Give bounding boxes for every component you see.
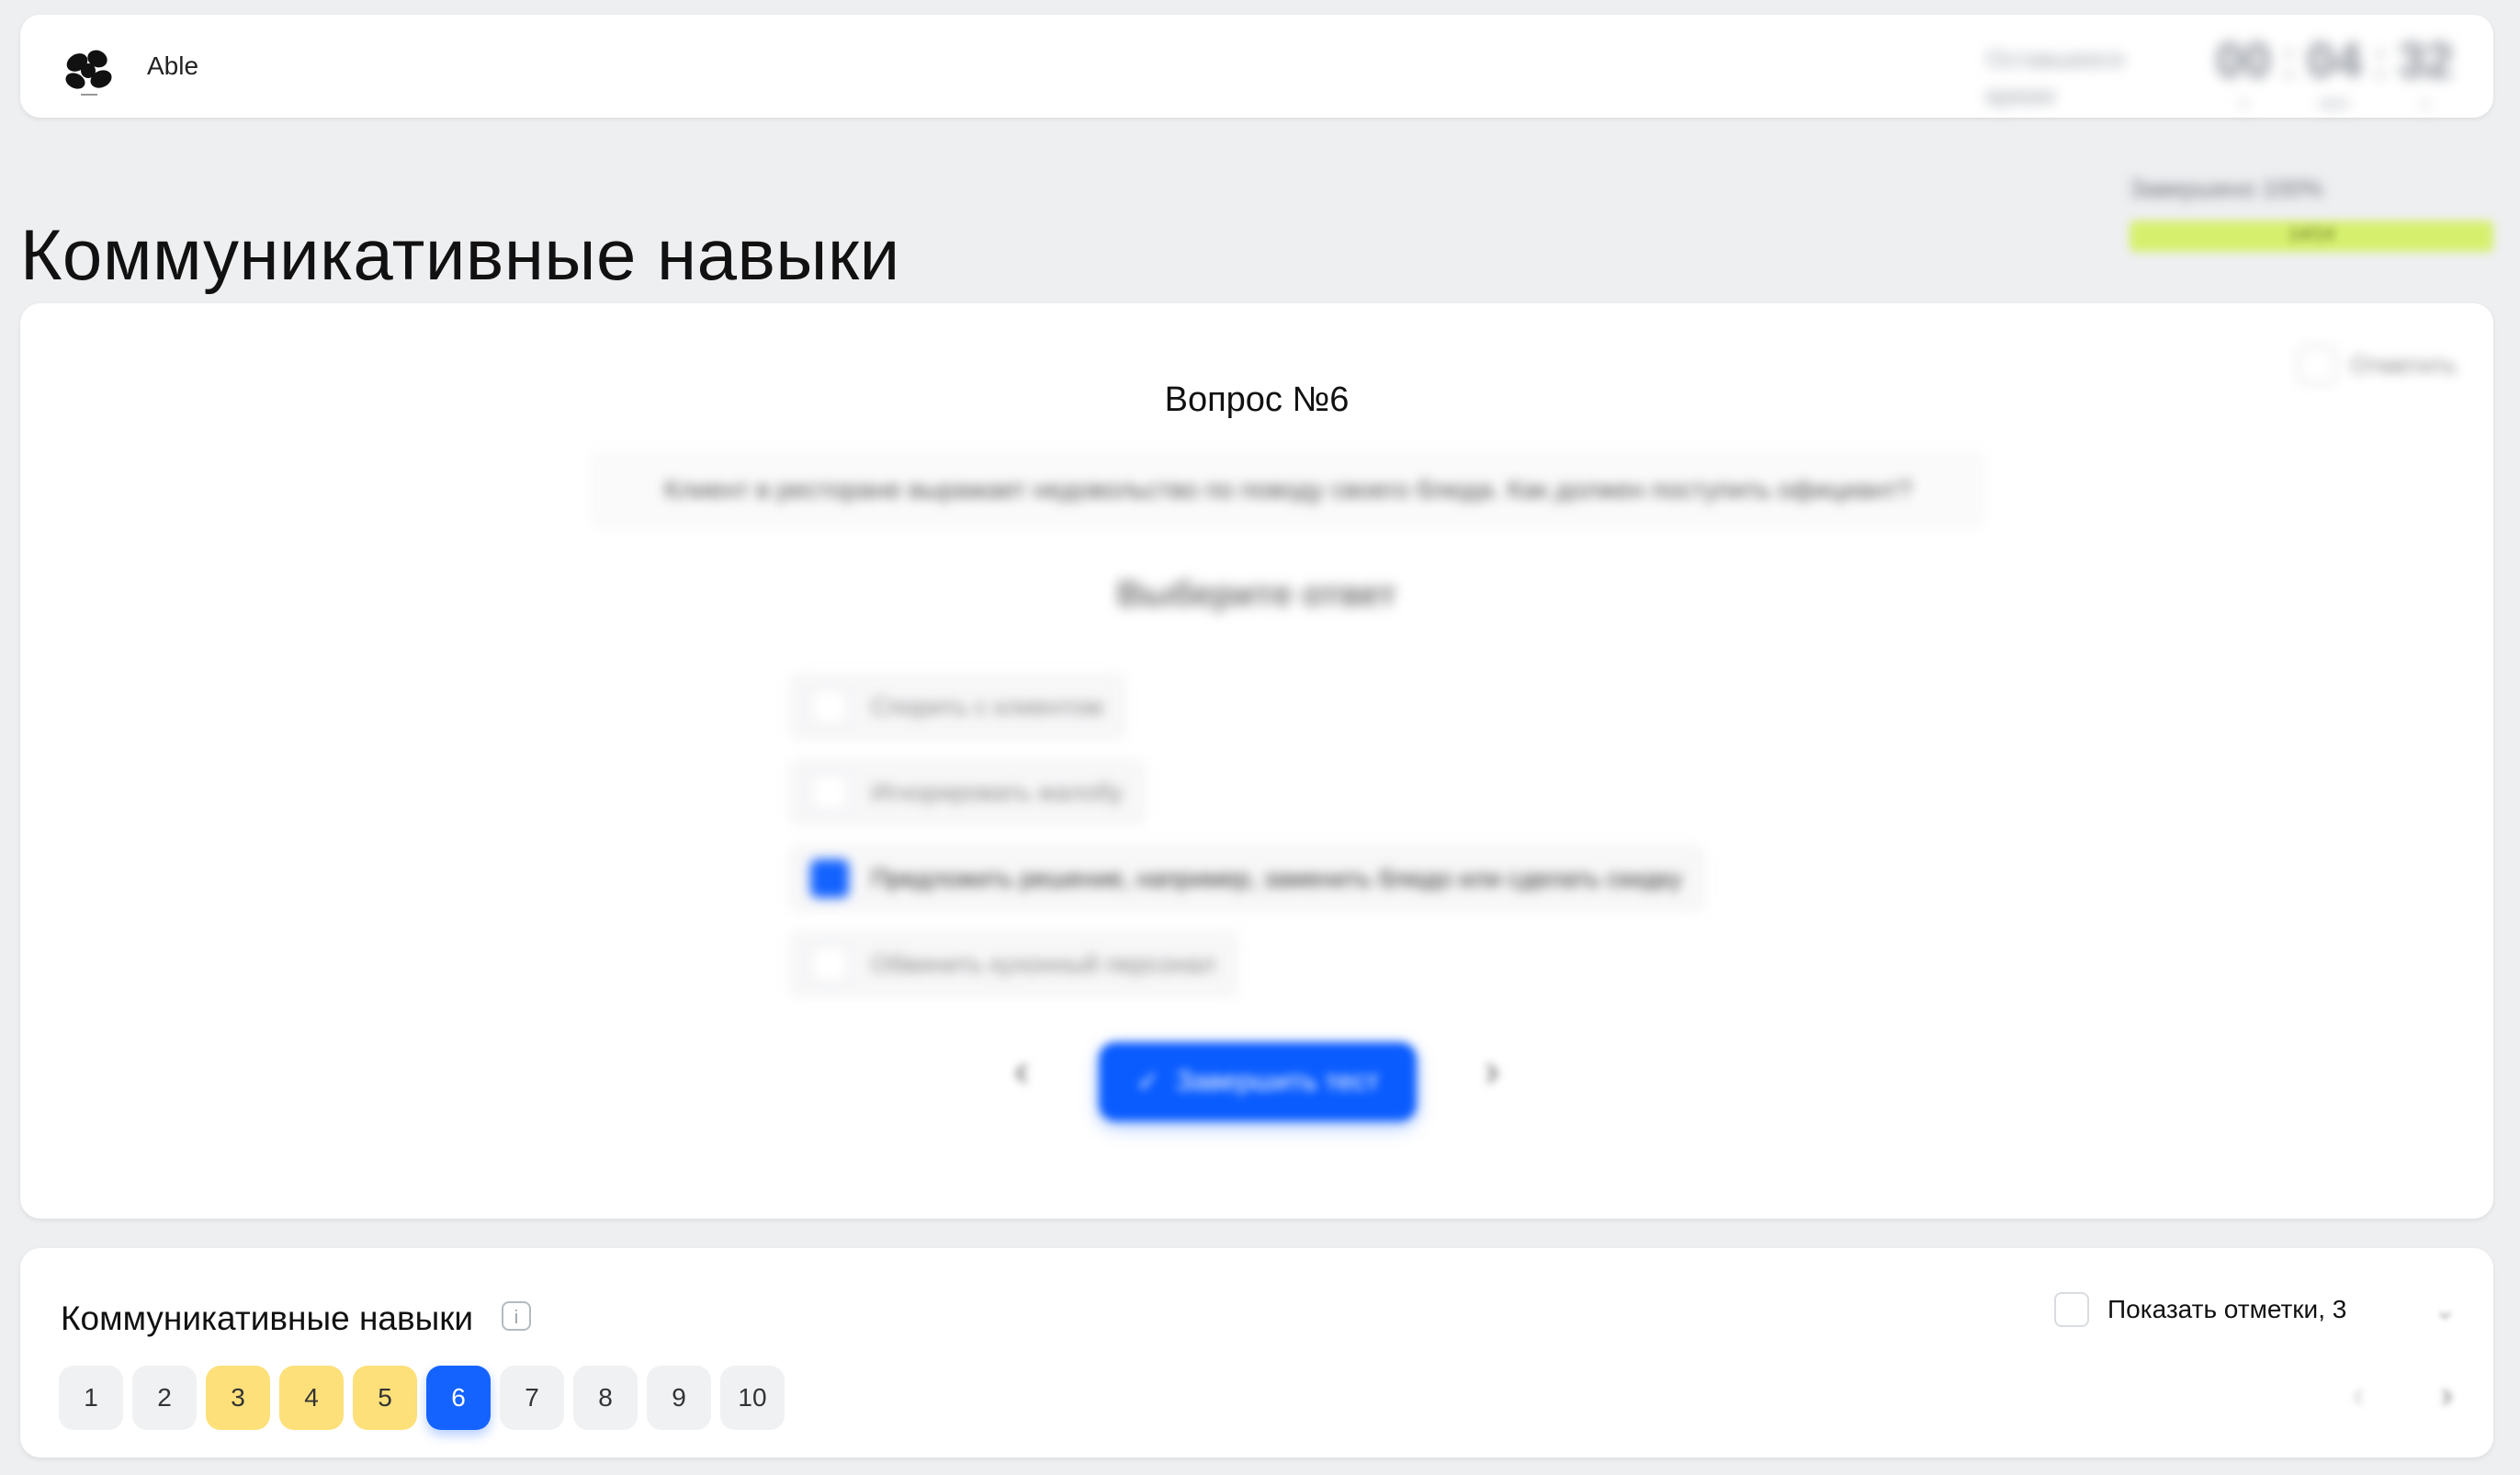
timer-hours-value: 00 [2216,33,2272,88]
finish-test-button[interactable]: ✓ Завершить тест [1099,1042,1417,1121]
info-icon[interactable]: i [502,1301,531,1331]
question-number-marked[interactable]: 4 [279,1366,344,1430]
chevron-down-icon[interactable]: ⌄ [2434,1294,2457,1326]
question-text: Клиент в ресторане выражает недовольство… [590,450,1986,529]
show-marks-checkbox[interactable] [2054,1292,2089,1327]
progress-bar: 14/14 [2130,221,2493,252]
question-number-list: 1 2 3 4 5 6 7 8 9 10 [59,1366,785,1430]
timer-separator: : [2373,33,2388,88]
option-checkbox-checked[interactable] [810,859,849,898]
timer-seconds-unit: с [2421,94,2430,112]
page-title: Коммуникативные навыки [20,214,900,296]
section-title: Коммуникативные навыки [61,1299,474,1337]
finish-test-label: Завершить тест [1176,1066,1380,1096]
option-label: Предложить решение, например, заменить б… [871,864,1682,892]
answer-option[interactable]: Обвинить кухонный персонал [788,930,1239,998]
timer-minutes: 04 мин [2307,28,2362,113]
progress-count: 14/14 [2288,224,2335,244]
timer-hours: 00 ч [2216,28,2271,113]
progress-label: Завершено 100% [2130,175,2323,202]
pager-next-icon[interactable]: › [2441,1375,2453,1416]
timer-minutes-value: 04 [2307,33,2363,88]
question-number[interactable]: 8 [573,1366,638,1430]
pager-prev-icon[interactable]: ‹ [2353,1375,2365,1416]
timer-hours-unit: ч [2239,94,2248,112]
prev-question-icon[interactable]: ‹ [1014,1046,1029,1096]
check-icon: ✓ [1136,1066,1159,1097]
option-label: Игнорировать жалобу [871,777,1124,806]
next-question-icon[interactable]: › [1485,1046,1499,1096]
option-checkbox[interactable] [810,945,849,983]
show-marks-label: Показать отметки, 3 [2108,1295,2347,1323]
answer-heading: Выберите ответ [1116,575,1397,614]
question-navigator: Коммуникативные навыки i Показать отметк… [20,1248,2493,1458]
timer-separator: : [2282,33,2297,88]
timer-label: Оставшееся время [1986,45,2124,109]
timer-seconds-value: 32 [2398,33,2454,88]
question-number[interactable]: 9 [647,1366,711,1430]
question-number-marked[interactable]: 3 [206,1366,270,1430]
mark-label: Отметить [2350,350,2458,379]
countdown-timer: 00 ч : 04 мин : 32 с [2216,28,2453,113]
option-label: Спорить с клиентом [871,692,1103,720]
answer-option[interactable]: Игнорировать жалобу [788,758,1147,826]
brand-name: Able [147,51,199,80]
timer-seconds: 32 с [2398,28,2453,113]
question-title: Вопрос №6 [1164,380,1350,419]
answer-option-selected[interactable]: Предложить решение, например, заменить б… [788,845,1706,913]
question-number-marked[interactable]: 5 [353,1366,417,1430]
timer-minutes-unit: мин [2319,94,2350,112]
option-label: Обвинить кухонный персонал [871,949,1215,978]
question-number[interactable]: 2 [132,1366,197,1430]
logo-icon [65,50,112,96]
option-checkbox[interactable] [810,687,849,726]
option-checkbox[interactable] [810,773,849,811]
mark-checkbox[interactable] [2297,346,2336,384]
answer-option[interactable]: Спорить с клиентом [788,673,1127,741]
question-number[interactable]: 7 [500,1366,564,1430]
question-card: Отметить Вопрос №6 Клиент в ресторане вы… [20,303,2493,1219]
top-header: Able Оставшееся время 00 ч : 04 мин : 32… [20,15,2493,118]
question-number[interactable]: 1 [59,1366,123,1430]
question-number-current[interactable]: 6 [426,1366,491,1430]
question-number[interactable]: 10 [720,1366,785,1430]
show-marks-toggle[interactable]: Показать отметки, 3 [2054,1292,2346,1327]
mark-question-toggle[interactable]: Отметить [2297,346,2458,384]
